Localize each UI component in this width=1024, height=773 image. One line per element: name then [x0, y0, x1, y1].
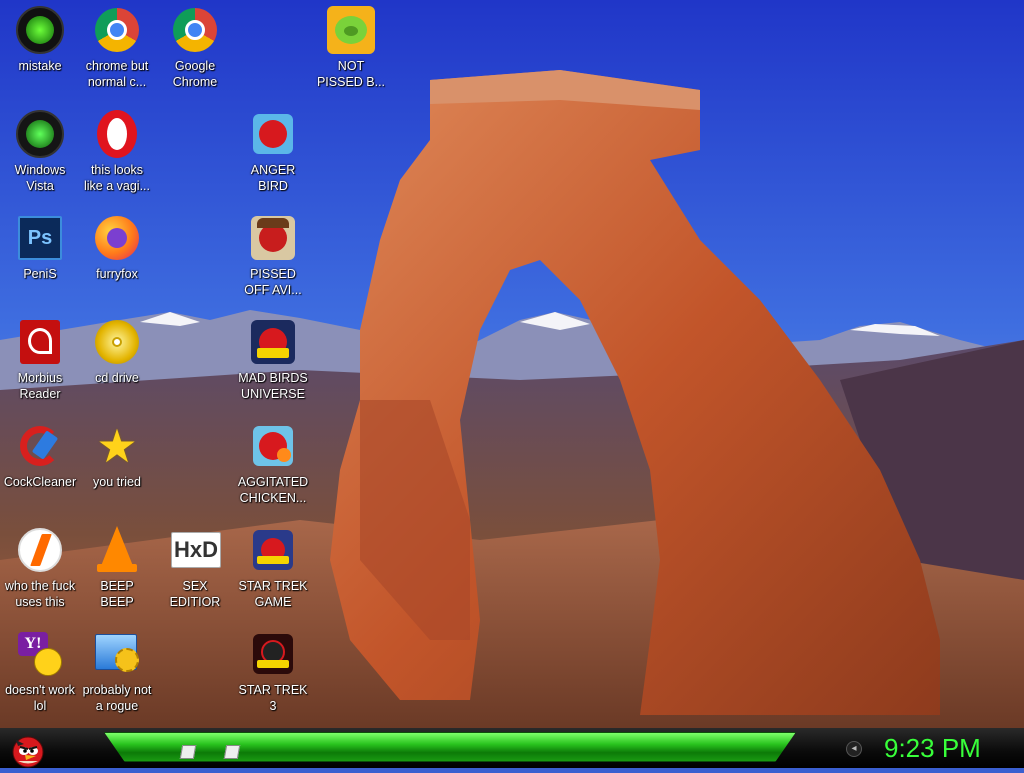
taskbar [0, 728, 1024, 768]
desktop-icon-cd-drive[interactable]: cd drive [77, 318, 157, 386]
desktop-icon-firefox[interactable]: furryfox [77, 214, 157, 282]
icon-label: PeniS [23, 267, 57, 281]
taskbar-clock[interactable]: 9:23 PM [884, 733, 981, 764]
icon-label: STAR TREK 3 [238, 683, 308, 713]
desktop-icon-star-trek-game[interactable]: STAR TREK GAME [233, 526, 313, 610]
icon-label: BEEP BEEP [100, 579, 134, 609]
icon-label: Morbius Reader [17, 371, 63, 401]
icon-label: this looks like a vagi... [83, 163, 150, 193]
icon-label: furryfox [96, 267, 138, 281]
desktop-icon-aggitated-chicken[interactable]: AGGITATED CHICKEN... [233, 422, 313, 506]
icon-label: you tried [93, 475, 141, 489]
icon-label: Google Chrome [172, 59, 218, 89]
desktop-icon-opera[interactable]: this looks like a vagi... [77, 110, 157, 194]
ccleaner-icon [16, 422, 64, 470]
icon-label: chrome but normal c... [85, 59, 149, 89]
icon-label: mistake [18, 59, 62, 73]
desktop-icon-you-tried[interactable]: ★ you tried [77, 422, 157, 490]
desktop-icon-star-trek-3[interactable]: STAR TREK 3 [233, 630, 313, 714]
desktop-icon-hxd[interactable]: HxD SEX EDITIOR [155, 526, 235, 610]
bad-piggies-icon [327, 6, 375, 54]
icon-label: CockCleaner [3, 475, 77, 489]
recycle-bin-icon [16, 110, 64, 158]
hxd-icon: HxD [171, 526, 221, 574]
icon-label: who the fuck uses this [4, 579, 76, 609]
icon-label: probably not a rogue [82, 683, 152, 713]
desktop-icon-winamp[interactable]: who the fuck uses this [0, 526, 80, 610]
angry-birds-star-wars-icon [249, 526, 297, 574]
angry-birds-seasons-icon [249, 214, 297, 262]
speaker-icon[interactable]: ◂ [846, 741, 862, 757]
icon-label: PISSED OFF AVI... [244, 267, 302, 297]
icon-label: cd drive [95, 371, 139, 385]
icon-label: NOT PISSED B... [316, 59, 386, 89]
desktop-icon-mistake[interactable]: mistake [0, 6, 80, 74]
angry-birds-rio-icon [249, 422, 297, 470]
angry-birds-icon [249, 110, 297, 158]
angry-birds-space-icon [249, 318, 297, 366]
system-settings-icon [93, 630, 141, 678]
desktop-icon-ccleaner[interactable]: CockCleaner [0, 422, 80, 490]
angry-birds-star-wars-2-icon [249, 630, 297, 678]
firefox-icon [93, 214, 141, 262]
icon-label: doesn't work lol [5, 683, 75, 713]
desktop-icon-vlc[interactable]: BEEP BEEP [77, 526, 157, 610]
razer-icon [16, 6, 64, 54]
icon-label: AGGITATED CHICKEN... [237, 475, 309, 505]
start-button[interactable] [4, 728, 48, 768]
desktop-icon-adobe-reader[interactable]: Morbius Reader [0, 318, 80, 402]
quick-launch-item[interactable] [223, 745, 241, 759]
icon-label: Windows Vista [14, 163, 66, 193]
desktop-icon-windows-vista[interactable]: Windows Vista [0, 110, 80, 194]
icon-label: ANGER BIRD [250, 163, 296, 193]
desktop-icon-mad-birds-universe[interactable]: MAD BIRDS UNIVERSE [233, 318, 313, 402]
icon-label: MAD BIRDS UNIVERSE [238, 371, 308, 401]
desktop-icon-photoshop[interactable]: Ps PeniS [0, 214, 80, 282]
taskbar-strip [104, 732, 796, 762]
icon-label: SEX EDITIOR [169, 579, 221, 609]
desktop-icon-probably-not-a-rogue[interactable]: probably not a rogue [77, 630, 157, 714]
cd-icon [93, 318, 141, 366]
star-icon: ★ [96, 420, 138, 472]
desktop-icon-anger-bird[interactable]: ANGER BIRD [233, 110, 313, 194]
photoshop-icon: Ps [16, 214, 64, 262]
chrome-icon [171, 6, 219, 54]
desktop-icon-pissed-off-avian[interactable]: PISSED OFF AVI... [233, 214, 313, 298]
desktop-icon-not-pissed-birds[interactable]: NOT PISSED B... [311, 6, 391, 90]
winamp-icon [16, 526, 64, 574]
opera-icon [93, 110, 141, 158]
angry-bird-start-icon [12, 736, 44, 768]
icon-label: STAR TREK GAME [238, 579, 308, 609]
desktop-icon-chrome-normal[interactable]: chrome but normal c... [77, 6, 157, 90]
quick-launch-show-desktop[interactable] [179, 745, 197, 759]
vlc-icon [93, 526, 141, 574]
chrome-icon [93, 6, 141, 54]
adobe-reader-icon [16, 318, 64, 366]
desktop-icon-google-chrome[interactable]: Google Chrome [155, 6, 235, 90]
desktop-icon-yahoo-messenger[interactable]: Y! doesn't work lol [0, 630, 80, 714]
yahoo-messenger-icon: Y! [16, 630, 64, 678]
